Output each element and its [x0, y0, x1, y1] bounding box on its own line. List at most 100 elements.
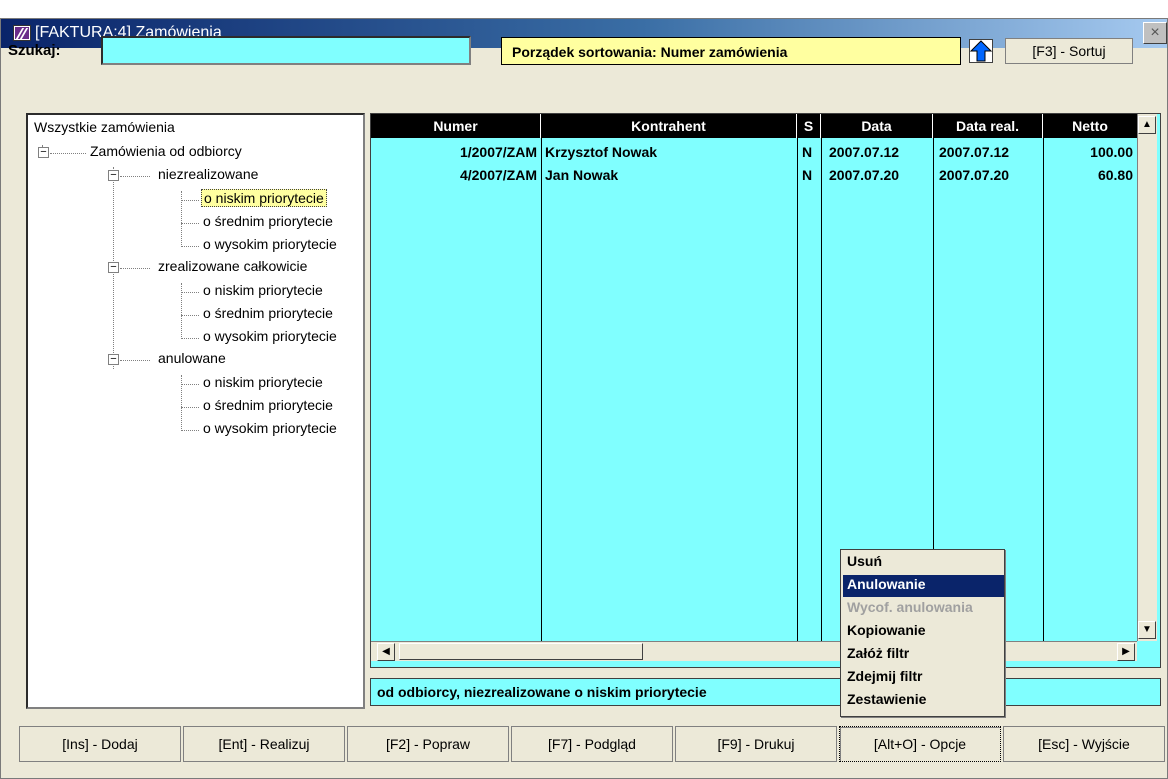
tree-line	[181, 315, 199, 316]
cell-netto: 60.80	[1097, 167, 1133, 183]
tree-leaf[interactable]: o średnim priorytecie	[203, 397, 333, 413]
cell-numer: 4/2007/ZAM	[459, 167, 537, 183]
faktura-app-icon	[13, 25, 31, 41]
cell-status: N	[802, 144, 813, 160]
cell-netto: 100.00	[1090, 144, 1133, 160]
sort-order-label: Porządek sortowania: Numer zamówienia	[512, 44, 788, 60]
column-header-kontrahent[interactable]: Kontrahent	[541, 114, 797, 138]
column-header-netto[interactable]: Netto	[1043, 114, 1137, 138]
tree-line	[181, 223, 199, 224]
tree-line	[181, 384, 199, 385]
filter-status-text: od odbiorcy, niezrealizowane o niskim pr…	[377, 684, 707, 700]
tree-group-label: Zamówienia od odbiorcy	[90, 143, 242, 159]
tree-leaf-label: o niskim priorytecie	[201, 189, 327, 207]
menu-item-zaloz-filtr[interactable]: Załóż filtr	[843, 644, 1004, 666]
tree-category-label: zrealizowane całkowicie	[158, 258, 308, 274]
column-header-numer[interactable]: Numer	[371, 114, 541, 138]
column-divider	[1043, 138, 1044, 642]
tree-category-zrealizowane[interactable]: zrealizowane całkowicie	[158, 258, 307, 274]
tree-leaf-label: o niskim priorytecie	[203, 282, 323, 298]
menu-item-anulowanie[interactable]: Anulowanie	[843, 575, 1004, 597]
scroll-right-icon[interactable]: ▶	[1117, 643, 1135, 661]
add-button[interactable]: [Ins] - Dodaj	[19, 726, 181, 762]
tree-leaf-label: o wysokim priorytecie	[203, 328, 337, 344]
table-row[interactable]: 1/2007/ZAM Krzysztof Nowak N 2007.07.12 …	[371, 142, 1137, 166]
tree-leaf[interactable]: o niskim priorytecie	[203, 282, 323, 298]
tree-leaf[interactable]: o niskim priorytecie	[203, 374, 323, 390]
tree-leaf[interactable]: o wysokim priorytecie	[203, 420, 337, 436]
cell-data: 2007.07.20	[829, 167, 900, 183]
exit-button[interactable]: [Esc] - Wyjście	[1003, 726, 1165, 762]
menu-item-zestawienie[interactable]: Zestawienie	[843, 690, 1004, 712]
horizontal-scrollbar[interactable]: ◀ ▶	[371, 641, 1137, 661]
horizontal-scroll-thumb[interactable]	[399, 643, 643, 660]
tree-line	[181, 292, 199, 293]
tree-leaf-selected[interactable]: o niskim priorytecie	[201, 189, 327, 207]
realize-button[interactable]: [Ent] - Realizuj	[183, 726, 345, 762]
tree-leaf-label: o wysokim priorytecie	[203, 420, 337, 436]
column-divider	[797, 138, 798, 642]
filter-status-bar: od odbiorcy, niezrealizowane o niskim pr…	[370, 678, 1161, 706]
arrow-up-icon[interactable]	[969, 39, 993, 63]
tree-line	[181, 200, 199, 201]
tree-line	[181, 407, 199, 408]
tree-leaf-label: o średnim priorytecie	[203, 213, 333, 229]
tree-collapse-icon[interactable]: −	[108, 170, 119, 181]
menu-item-zdejmij-filtr[interactable]: Zdejmij filtr	[843, 667, 1004, 689]
options-button[interactable]: [Alt+O] - Opcje	[839, 726, 1001, 762]
tree-root-label: Wszystkie zamówienia	[34, 119, 175, 135]
category-tree: Wszystkie zamówienia − Zamówienia od odb…	[26, 113, 365, 709]
column-header-status[interactable]: S	[797, 114, 821, 138]
tree-line	[120, 268, 150, 269]
tree-category-label: anulowane	[158, 350, 226, 366]
cell-kontrahent: Jan Nowak	[545, 167, 619, 183]
column-header-data[interactable]: Data	[821, 114, 933, 138]
tree-leaf[interactable]: o średnim priorytecie	[203, 213, 333, 229]
tree-line	[50, 153, 86, 154]
column-header-data-real[interactable]: Data real.	[933, 114, 1043, 138]
scroll-left-icon[interactable]: ◀	[377, 643, 395, 661]
table-row[interactable]: 4/2007/ZAM Jan Nowak N 2007.07.20 2007.0…	[371, 165, 1137, 189]
cell-numer: 1/2007/ZAM	[459, 144, 537, 160]
sort-button[interactable]: [F3] - Sortuj	[1005, 38, 1133, 64]
tree-line	[181, 246, 199, 247]
tree-leaf-label: o średnim priorytecie	[203, 397, 333, 413]
tree-leaf[interactable]: o średnim priorytecie	[203, 305, 333, 321]
sort-order-panel: Porządek sortowania: Numer zamówienia	[501, 37, 961, 65]
cell-data-real: 2007.07.12	[939, 144, 1010, 160]
orders-table[interactable]: Numer Kontrahent S Data Data real. Netto…	[370, 113, 1161, 668]
cell-status: N	[802, 167, 813, 183]
tree-line	[181, 338, 199, 339]
tree-collapse-icon[interactable]: −	[38, 147, 49, 158]
tree-collapse-icon[interactable]: −	[108, 354, 119, 365]
search-input[interactable]	[101, 36, 471, 65]
cell-data-real: 2007.07.20	[939, 167, 1010, 183]
tree-collapse-icon[interactable]: −	[108, 262, 119, 273]
preview-button[interactable]: [F7] - Podgląd	[511, 726, 673, 762]
tree-line	[120, 360, 150, 361]
print-button[interactable]: [F9] - Drukuj	[675, 726, 837, 762]
close-button[interactable]: ×	[1143, 22, 1167, 44]
tree-group-odbiorcy[interactable]: Zamówienia od odbiorcy	[90, 143, 242, 159]
tree-category-niezrealizowane[interactable]: niezrealizowane	[158, 166, 258, 182]
menu-item-kopiowanie[interactable]: Kopiowanie	[843, 621, 1004, 643]
vertical-scrollbar[interactable]: ▲ ▼	[1137, 114, 1157, 641]
tree-category-anulowane[interactable]: anulowane	[158, 350, 226, 366]
scroll-down-icon[interactable]: ▼	[1138, 621, 1156, 639]
menu-item-wycof-anulowania: Wycof. anulowania	[847, 599, 973, 615]
cell-kontrahent: Krzysztof Nowak	[545, 144, 658, 160]
menu-item-usun[interactable]: Usuń	[843, 552, 1004, 574]
scroll-up-icon[interactable]: ▲	[1138, 116, 1156, 134]
tree-leaf[interactable]: o wysokim priorytecie	[203, 236, 337, 252]
tree-line	[120, 176, 150, 177]
tree-leaf-label: o wysokim priorytecie	[203, 236, 337, 252]
column-divider	[821, 138, 822, 642]
edit-button[interactable]: [F2] - Popraw	[347, 726, 509, 762]
options-context-menu: Usuń Anulowanie Wycof. anulowania Kopiow…	[840, 549, 1005, 717]
tree-root[interactable]: Wszystkie zamówienia	[34, 119, 175, 135]
table-header: Numer Kontrahent S Data Data real. Netto	[371, 114, 1137, 138]
tree-leaf[interactable]: o wysokim priorytecie	[203, 328, 337, 344]
search-label: Szukaj:	[8, 42, 61, 59]
column-divider	[541, 138, 542, 642]
tree-leaf-label: o niskim priorytecie	[203, 374, 323, 390]
